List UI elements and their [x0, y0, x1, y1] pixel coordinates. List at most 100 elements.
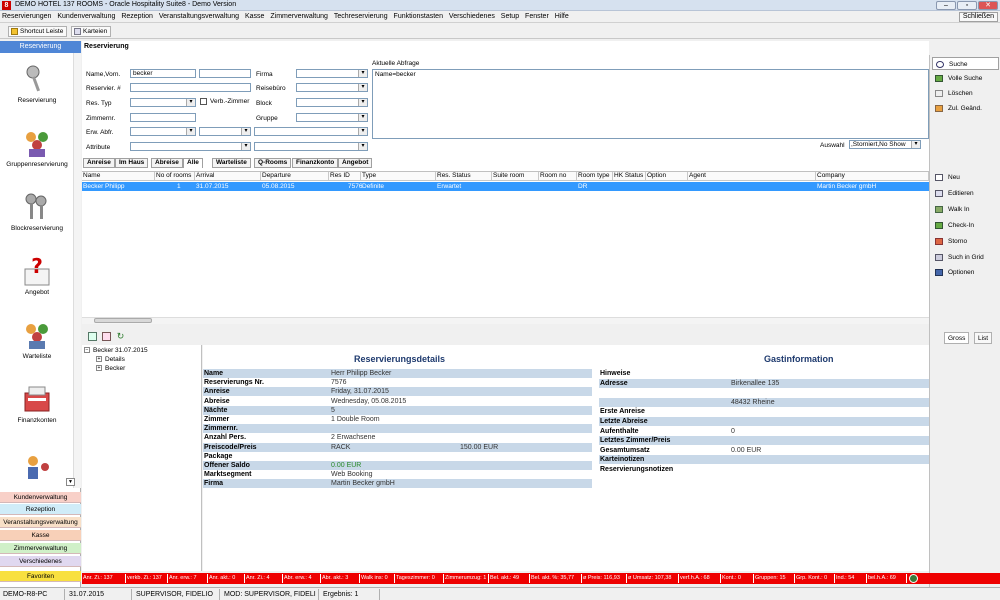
menu-verschiedenes[interactable]: Verschiedenes — [447, 11, 497, 23]
block-select[interactable] — [296, 98, 368, 107]
cat-kundenverwaltung[interactable]: Kundenverwaltung — [0, 492, 81, 503]
menu-kasse[interactable]: Kasse — [243, 11, 266, 23]
tree-collapse-icon[interactable]: − — [84, 347, 90, 354]
menu-techreservierung[interactable]: Techreservierung — [332, 11, 390, 23]
tab-im-haus[interactable]: Im Haus — [115, 158, 149, 168]
zimmernr-input[interactable] — [130, 113, 196, 122]
nav-scrollbar[interactable] — [73, 53, 81, 488]
menu-kundenverwaltung[interactable]: Kundenverwaltung — [55, 11, 117, 23]
erwabfr-select-2[interactable] — [199, 127, 251, 136]
nav-gruppenreservierung[interactable]: Gruppenreservierung — [0, 127, 74, 168]
reisebuero-select[interactable] — [296, 83, 368, 92]
col-hkstatus[interactable]: HK Status — [613, 172, 646, 181]
optionen-button[interactable]: Optionen — [932, 266, 999, 279]
tree-expand-icon[interactable]: + — [96, 356, 102, 363]
col-agent[interactable]: Agent — [688, 172, 816, 181]
nav-warteliste[interactable]: Warteliste — [0, 319, 74, 360]
menu-veranstaltungsverwaltung[interactable]: Veranstaltungsverwaltung — [157, 11, 241, 23]
suche-button[interactable]: Suche — [932, 57, 999, 70]
gruppe-select[interactable] — [296, 113, 368, 122]
erwabfr-select[interactable] — [130, 127, 196, 136]
col-resid[interactable]: Res ID — [329, 172, 361, 181]
col-roomno[interactable]: Room no — [539, 172, 577, 181]
status-refresh-icon[interactable] — [909, 574, 918, 583]
collapse-icon[interactable] — [102, 332, 111, 341]
zul-geaend-button[interactable]: Zul. Geänd. — [932, 102, 999, 115]
tab-alle[interactable]: Alle — [183, 158, 203, 168]
menu-zimmerverwaltung[interactable]: Zimmerverwaltung — [268, 11, 330, 23]
tab-abreise[interactable]: Abreise — [151, 158, 183, 168]
verb-zimmer-checkbox[interactable] — [200, 98, 207, 105]
shortcut-leiste-button[interactable]: Shortcut Leiste — [8, 26, 68, 37]
col-option[interactable]: Option — [646, 172, 688, 181]
storno-button[interactable]: Storno — [932, 235, 999, 248]
menu-rezeption[interactable]: Rezeption — [119, 11, 155, 23]
menu-fenster[interactable]: Fenster — [523, 11, 551, 23]
grid-hscroll-thumb[interactable] — [94, 318, 152, 323]
name-input[interactable]: becker — [130, 69, 196, 78]
schliessen-button[interactable]: Schließen — [958, 12, 998, 22]
menu-setup[interactable]: Setup — [499, 11, 521, 23]
check-in-button[interactable]: Check-In — [932, 219, 999, 232]
tab-anreise[interactable]: Anreise — [83, 158, 115, 168]
aktuelle-abfrage-box[interactable]: Name=becker — [372, 69, 929, 139]
col-status[interactable]: Res. Status — [436, 172, 492, 181]
loeschen-button[interactable]: Löschen — [932, 87, 999, 100]
auswahl-select[interactable]: ,Storniert,No Show — [849, 140, 921, 149]
attribute-select[interactable] — [130, 142, 251, 151]
tab-list[interactable]: List — [974, 332, 993, 344]
reservier-input[interactable] — [130, 83, 251, 92]
expand-icon[interactable] — [88, 332, 97, 341]
nav-blockreservierung[interactable]: Blockreservierung — [0, 191, 74, 232]
cat-zimmerverwaltung[interactable]: Zimmerverwaltung — [0, 543, 81, 554]
tree-node-details[interactable]: + Details — [96, 356, 125, 363]
minimize-button[interactable]: – — [936, 1, 956, 10]
tab-q-rooms[interactable]: Q-Rooms — [254, 158, 292, 168]
cat-verschiedenes[interactable]: Verschiedenes — [0, 556, 81, 567]
cat-favoriten[interactable]: Favoriten — [0, 571, 81, 582]
tree-node-becker[interactable]: + Becker — [96, 365, 125, 372]
nav-angebot[interactable]: ? Angebot — [0, 254, 74, 296]
menu-reservierungen[interactable]: Reservierungen — [0, 11, 53, 23]
cat-kasse[interactable]: Kasse — [0, 530, 81, 541]
window-close-button[interactable]: ✕ — [978, 1, 998, 10]
maximize-button[interactable]: ▫ — [957, 1, 977, 10]
col-departure[interactable]: Departure — [261, 172, 329, 181]
tab-finanzkonto[interactable]: Finanzkonto — [292, 158, 339, 168]
editieren-button[interactable]: Editieren — [932, 187, 999, 200]
menu-hilfe[interactable]: Hilfe — [553, 11, 571, 23]
col-suite[interactable]: Suite room — [492, 172, 539, 181]
nav-header[interactable]: Reservierung — [0, 41, 81, 53]
restyp-select[interactable] — [130, 98, 196, 107]
firma-select[interactable] — [296, 69, 368, 78]
nav-finanzkonten[interactable]: Finanzkonten — [0, 383, 74, 424]
col-roomtype[interactable]: Room type — [577, 172, 613, 181]
nav-scroll-down-button[interactable]: ▼ — [66, 478, 75, 486]
refresh-icon[interactable]: ↻ — [116, 332, 125, 341]
tab-angebot[interactable]: Angebot — [338, 158, 373, 168]
tab-warteliste[interactable]: Warteliste — [212, 158, 251, 168]
nav-reservierung[interactable]: Reservierung — [0, 63, 74, 104]
cat-rezeption[interactable]: Rezeption — [0, 504, 81, 515]
volle-suche-button[interactable]: Volle Suche — [932, 72, 999, 85]
neu-button[interactable]: Neu — [932, 171, 999, 184]
nav-more[interactable] — [0, 451, 74, 483]
such-in-grid-button[interactable]: Such in Grid — [932, 251, 999, 264]
walk-in-button[interactable]: Walk In — [932, 203, 999, 216]
grid-hscrollbar[interactable] — [82, 317, 929, 324]
toolbar: Shortcut Leiste Karteien — [0, 24, 1000, 39]
vorname-input[interactable] — [199, 69, 251, 78]
col-rooms[interactable]: No of rooms — [155, 172, 195, 181]
karteien-button[interactable]: Karteien — [71, 26, 112, 37]
col-name[interactable]: Name — [82, 172, 155, 181]
menu-funktionstasten[interactable]: Funktionstasten — [392, 11, 445, 23]
col-company[interactable]: Company — [816, 172, 929, 181]
erwabfr-select-3[interactable] — [254, 127, 368, 136]
tree-root[interactable]: − Becker 31.07.2015 — [84, 347, 148, 354]
tab-gross[interactable]: Gross — [944, 332, 970, 344]
tree-expand-icon[interactable]: + — [96, 365, 102, 372]
cat-veranstaltungsverwaltung[interactable]: Veranstaltungsverwaltung — [0, 517, 81, 528]
attribute-select-2[interactable] — [254, 142, 368, 151]
col-arrival[interactable]: Arrival — [195, 172, 261, 181]
col-type[interactable]: Type — [361, 172, 436, 181]
